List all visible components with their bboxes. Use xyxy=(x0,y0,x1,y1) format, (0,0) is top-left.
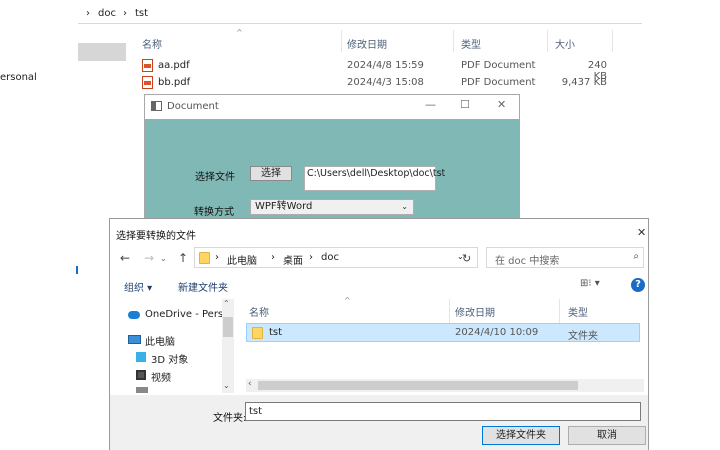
nav-item-this-pc[interactable]: 此电脑 xyxy=(145,333,175,348)
nav-item-personal[interactable]: ersonal xyxy=(0,72,37,83)
scroll-down-icon[interactable]: ⌄ xyxy=(223,381,230,390)
path-this-pc[interactable]: 此电脑 xyxy=(227,252,257,267)
cloud-icon xyxy=(128,311,140,319)
dialog-title: 选择要转换的文件 xyxy=(116,231,196,242)
close-button[interactable]: ✕ xyxy=(497,98,506,111)
file-dialog: 选择要转换的文件 ✕ ← → ⌄ ↑ › 此电脑 › 桌面 › doc ⌄ ↻ … xyxy=(109,218,649,450)
background-app-edge: ersonal xyxy=(0,0,78,450)
scrollbar-thumb[interactable] xyxy=(223,317,233,337)
close-icon[interactable]: ✕ xyxy=(637,226,646,239)
path-desktop[interactable]: 桌面 xyxy=(283,252,303,267)
chevron-down-icon[interactable]: ⌄ xyxy=(160,254,167,263)
select-file-button[interactable]: 选择 xyxy=(250,166,292,181)
column-header-size[interactable]: 大小 xyxy=(555,36,575,51)
folder-icon xyxy=(136,387,148,393)
computer-icon xyxy=(128,335,141,344)
nav-item-3d-objects[interactable]: 3D 对象 xyxy=(151,351,188,366)
chevron-right-icon: › xyxy=(215,252,219,263)
breadcrumb-chevron-icon: › xyxy=(123,8,127,19)
document-titlebar[interactable]: Document — ☐ ✕ xyxy=(145,95,519,119)
file-name: bb.pdf xyxy=(158,77,191,88)
scroll-left-icon[interactable]: ‹ xyxy=(248,379,252,389)
search-input[interactable]: 在 doc 中搜索 ⌕ xyxy=(486,247,644,268)
select-folder-button[interactable]: 选择文件夹 xyxy=(482,426,560,445)
breadcrumb-tst[interactable]: tst xyxy=(135,8,148,19)
chevron-right-icon: › xyxy=(309,252,313,263)
forward-arrow-icon[interactable]: → xyxy=(144,251,154,265)
address-bar[interactable]: › doc › tst xyxy=(78,2,642,24)
new-folder-button[interactable]: 新建文件夹 xyxy=(178,279,228,294)
file-name: aa.pdf xyxy=(158,60,190,71)
sort-arrow-icon: ^ xyxy=(236,28,243,37)
dialog-nav-pane: OneDrive - Perso 此电脑 3D 对象 视频 xyxy=(110,299,236,393)
document-title: Document xyxy=(167,101,219,112)
path-doc[interactable]: doc xyxy=(321,252,339,263)
search-placeholder: 在 doc 中搜索 xyxy=(495,256,560,267)
folder-icon xyxy=(252,327,263,339)
scrollbar-thumb[interactable] xyxy=(258,381,578,390)
row-type: 文件夹 xyxy=(568,331,598,342)
file-size: 9,437 KB xyxy=(561,77,607,88)
pdf-icon xyxy=(142,59,153,72)
organize-menu[interactable]: 组织 ▾ xyxy=(124,279,152,294)
file-type: PDF Document xyxy=(461,60,536,71)
column-header-type[interactable]: 类型 xyxy=(461,36,481,51)
chevron-down-icon: ⌄ xyxy=(401,202,408,211)
maximize-button[interactable]: ☐ xyxy=(460,98,470,111)
table-row[interactable]: tst 2024/4/10 10:09 文件夹 xyxy=(246,323,640,342)
file-row[interactable]: aa.pdf 2024/4/8 15:59 PDF Document 240 K… xyxy=(140,58,620,82)
column-header-date[interactable]: 修改日期 xyxy=(455,304,495,319)
column-divider[interactable] xyxy=(559,299,560,323)
path-textbox[interactable]: C:\Users\dell\Desktop\doc\tst xyxy=(304,166,445,191)
minimize-button[interactable]: — xyxy=(425,98,436,111)
column-header-name[interactable]: 名称 xyxy=(249,304,269,319)
column-header-name[interactable]: 名称 xyxy=(142,36,162,51)
chevron-right-icon: › xyxy=(271,252,275,263)
cancel-button[interactable]: 取消 xyxy=(568,426,646,445)
combobox-value: WPF转Word xyxy=(255,201,313,212)
nav-item-videos[interactable]: 视频 xyxy=(151,369,171,384)
column-divider[interactable] xyxy=(341,30,342,52)
up-arrow-icon[interactable]: ↑ xyxy=(178,251,188,265)
file-date: 2024/4/3 15:08 xyxy=(347,77,424,88)
search-icon: ⌕ xyxy=(633,251,639,262)
document-window: Document — ☐ ✕ 选择文件 选择 C:\Users\dell\Des… xyxy=(144,94,520,234)
cube-icon xyxy=(136,352,146,362)
horizontal-scrollbar[interactable]: ‹ xyxy=(246,379,644,392)
file-row[interactable]: bb.pdf 2024/4/3 15:08 PDF Document 9,437… xyxy=(140,75,620,91)
column-divider[interactable] xyxy=(612,30,613,52)
breadcrumb-chevron-icon: › xyxy=(86,8,90,19)
nav-pane-scrollbar[interactable]: ⌃ ⌄ xyxy=(222,299,234,393)
dialog-address-bar[interactable]: › 此电脑 › 桌面 › doc ⌄ xyxy=(194,247,478,268)
row-name: tst xyxy=(269,327,283,338)
refresh-icon[interactable]: ↻ xyxy=(462,252,471,265)
column-divider[interactable] xyxy=(449,299,450,323)
window-icon xyxy=(151,101,162,111)
file-type: PDF Document xyxy=(461,77,536,88)
back-arrow-icon[interactable]: ← xyxy=(120,251,130,265)
dialog-footer: 文件夹: tst 选择文件夹 取消 xyxy=(110,395,648,450)
nav-item-onedrive[interactable]: OneDrive - Perso xyxy=(145,309,229,320)
file-date: 2024/4/8 15:59 xyxy=(347,60,424,71)
video-icon xyxy=(136,370,146,380)
view-options-icon[interactable]: ⊞⁝ ▾ xyxy=(580,278,600,289)
convert-mode-combobox[interactable]: WPF转Word ⌄ xyxy=(250,199,414,215)
select-file-label: 选择文件 xyxy=(195,172,235,183)
row-date: 2024/4/10 10:09 xyxy=(455,327,539,338)
scroll-up-icon[interactable]: ⌃ xyxy=(223,299,230,308)
column-header-type[interactable]: 类型 xyxy=(568,304,588,319)
help-icon[interactable]: ? xyxy=(631,278,645,292)
convert-mode-label: 转换方式 xyxy=(194,207,234,218)
folder-name-label: 文件夹: xyxy=(213,413,247,424)
nav-selected-item[interactable] xyxy=(78,43,126,61)
breadcrumb-doc[interactable]: doc xyxy=(98,8,116,19)
screen: ersonal › doc › tst 名称 ^ 修改日期 类型 大小 aa.p… xyxy=(0,0,720,450)
folder-icon xyxy=(199,252,210,264)
column-header-date[interactable]: 修改日期 xyxy=(347,36,387,51)
column-divider[interactable] xyxy=(453,30,454,52)
sort-arrow-icon: ^ xyxy=(344,296,351,305)
pdf-icon xyxy=(142,76,153,89)
column-divider[interactable] xyxy=(547,30,548,52)
folder-name-input[interactable]: tst xyxy=(245,402,641,421)
